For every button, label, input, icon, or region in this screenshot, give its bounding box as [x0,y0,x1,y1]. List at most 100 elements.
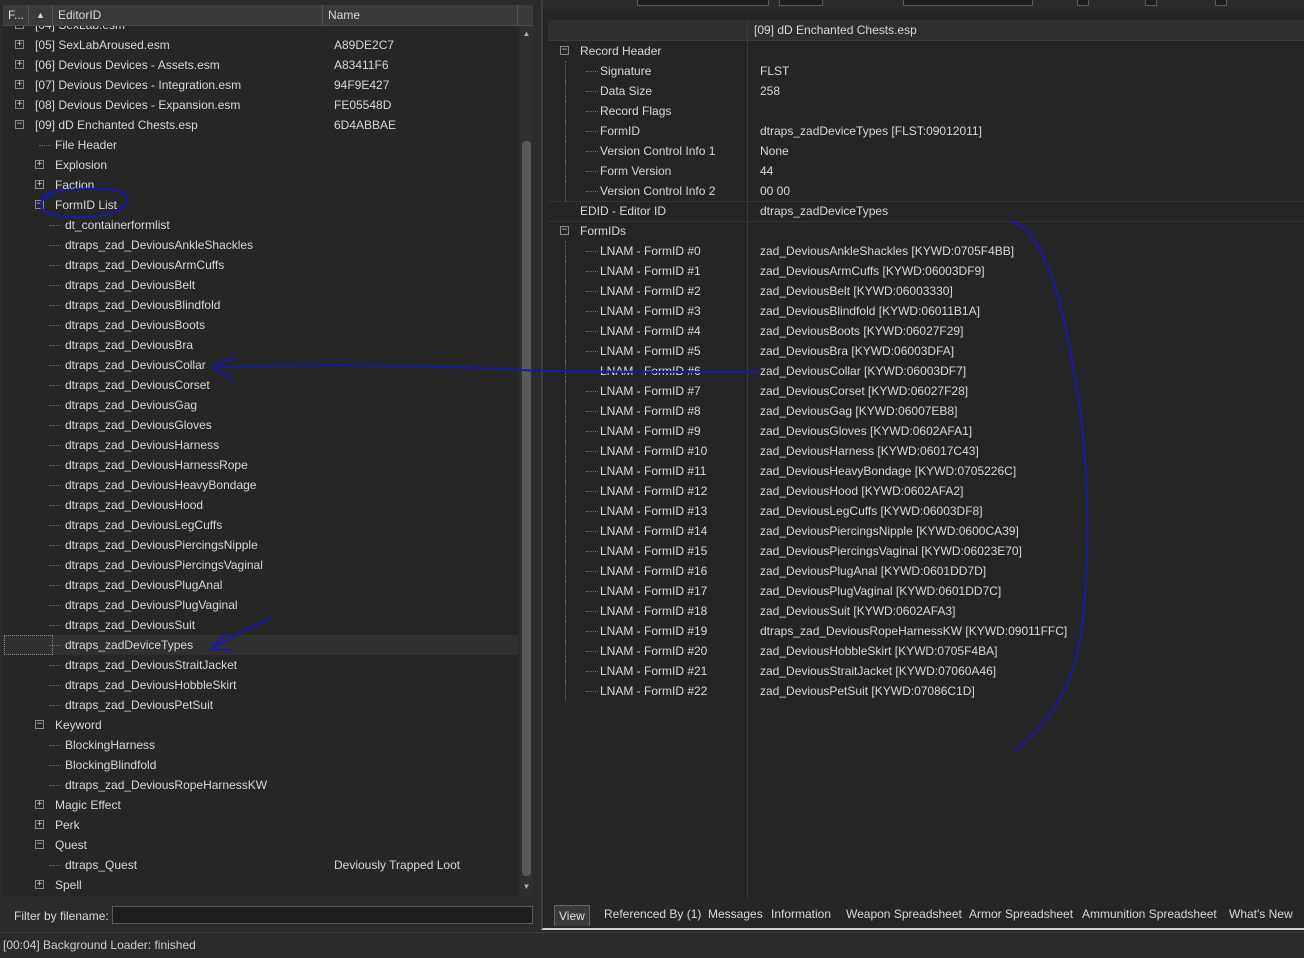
record-field-row[interactable]: LNAM - FormID #22 zad_DeviousPetSuit [KYW… [548,681,1304,701]
collapse-minus-icon[interactable]: − [35,200,44,209]
tree-row[interactable]: dtraps_zad_DeviousHarness [3,435,518,455]
record-field-row[interactable]: LNAM - FormID #16 zad_DeviousPlugAnal [KY… [548,561,1304,581]
tree-row[interactable]: dtraps_zad_DeviousStraitJacket [3,655,518,675]
sort-ascending-icon[interactable]: ▲ [29,5,53,25]
tree-row[interactable]: + Magic Effect [3,795,518,815]
tree-row[interactable]: dtraps_zad_DeviousLegCuffs [3,515,518,535]
record-file-column-header[interactable]: [09] dD Enchanted Chests.esp [754,20,917,40]
tree-row[interactable]: − [09] dD Enchanted Chests.esp 6D4ABBAE [3,115,518,135]
expand-plus-icon[interactable]: + [15,26,24,29]
record-field-row[interactable]: LNAM - FormID #12 zad_DeviousHood [KYWD:0… [548,481,1304,501]
tree-row[interactable]: BlockingBlindfold [3,755,518,775]
record-field-row[interactable]: LNAM - FormID #11 zad_DeviousHeavyBondage… [548,461,1304,481]
record-field-row[interactable]: LNAM - FormID #8 zad_DeviousGag [KYWD:060… [548,401,1304,421]
tree-row[interactable]: dtraps_zad_DeviousRopeHarnessKW [3,775,518,795]
tab-ammunition-spreadsheet[interactable]: Ammunition Spreadsheet [1078,904,1221,924]
tree-row[interactable]: − FormID List [3,195,518,215]
tab-armor-spreadsheet[interactable]: Armor Spreadsheet [965,904,1077,924]
record-field-row[interactable]: LNAM - FormID #21 zad_DeviousStraitJacket… [548,661,1304,681]
toolbar-field[interactable] [637,0,769,6]
record-field-row[interactable]: LNAM - FormID #17 zad_DeviousPlugVaginal … [548,581,1304,601]
collapse-minus-icon[interactable]: − [15,120,24,129]
tab-view[interactable]: View [554,905,590,926]
record-field-row[interactable]: LNAM - FormID #19 dtraps_zad_DeviousRopeH… [548,621,1304,641]
tree-row[interactable]: + Faction [3,175,518,195]
tree-row[interactable]: dtraps_zad_DeviousCorset [3,375,518,395]
tab-information[interactable]: Information [767,904,835,924]
column-header-file[interactable]: F... [3,5,29,25]
filter-by-filename-input[interactable] [112,906,533,924]
record-field-row[interactable]: LNAM - FormID #6 zad_DeviousCollar [KYWD:… [548,361,1304,381]
tree-row[interactable]: dtraps_zad_DeviousBoots [3,315,518,335]
record-field-row[interactable]: LNAM - FormID #20 zad_DeviousHobbleSkirt … [548,641,1304,661]
record-field-row[interactable]: LNAM - FormID #1 zad_DeviousArmCuffs [KYW… [548,261,1304,281]
tree-row[interactable]: BlockingHarness [3,735,518,755]
record-field-row[interactable]: − FormIDs [548,221,1304,241]
tab-what-s-new[interactable]: What's New [1225,904,1297,924]
record-field-row[interactable]: LNAM - FormID #15 zad_DeviousPiercingsVag… [548,541,1304,561]
expand-plus-icon[interactable]: + [35,180,44,189]
tree-row[interactable]: dtraps_zad_DeviousHood [3,495,518,515]
record-field-row[interactable]: LNAM - FormID #10 zad_DeviousHarness [KYW… [548,441,1304,461]
record-tree[interactable]: + [04] SexLab.esm + [05] SexLabAroused.esm A… [3,26,518,896]
tree-scrollbar[interactable]: ▲ ▼ [520,26,533,896]
record-field-row[interactable]: LNAM - FormID #0 zad_DeviousAnkleShackles… [548,241,1304,261]
record-field-row[interactable]: LNAM - FormID #18 zad_DeviousSuit [KYWD:0… [548,601,1304,621]
record-field-row[interactable]: Data Size 258 [548,81,1304,101]
tab-referenced-by-1[interactable]: Referenced By (1) [600,904,705,924]
tree-row[interactable]: dtraps_zad_DeviousGag [3,395,518,415]
tree-row[interactable]: + [06] Devious Devices - Assets.esm A83411… [3,55,518,75]
tree-row[interactable]: dt_containerformlist [3,215,518,235]
collapse-minus-icon[interactable]: − [560,46,569,55]
column-header-name[interactable]: Name [323,5,518,25]
record-field-row[interactable]: EDID - Editor ID dtraps_zadDeviceTypes [548,201,1304,222]
tree-row[interactable]: − Keyword [3,715,518,735]
tree-row[interactable]: dtraps_zad_DeviousHobbleSkirt [3,675,518,695]
scroll-down-icon[interactable]: ▼ [520,881,533,893]
expand-plus-icon[interactable]: + [35,820,44,829]
collapse-minus-icon[interactable]: − [35,720,44,729]
tree-row[interactable]: dtraps_zad_DeviousBra [3,335,518,355]
toolbar-field[interactable] [903,0,1033,6]
tree-row[interactable]: File Header [3,135,518,155]
column-header-editorid[interactable]: EditorID [53,5,323,25]
expand-plus-icon[interactable]: + [35,800,44,809]
tree-row[interactable]: dtraps_zad_DeviousHarnessRope [3,455,518,475]
tree-row[interactable]: dtraps_zad_DeviousBlindfold [3,295,518,315]
record-field-row[interactable]: FormID dtraps_zadDeviceTypes [FLST:090120… [548,121,1304,141]
toolbar-field[interactable] [779,0,823,6]
collapse-minus-icon[interactable]: − [560,226,569,235]
record-field-row[interactable]: Version Control Info 1 None [548,141,1304,161]
tree-row[interactable]: + Spell [3,875,518,895]
record-field-row[interactable]: Signature FLST [548,61,1304,81]
scroll-up-icon[interactable]: ▲ [520,28,533,40]
tree-row[interactable]: − Quest [3,835,518,855]
record-field-row[interactable]: LNAM - FormID #3 zad_DeviousBlindfold [KY… [548,301,1304,321]
expand-plus-icon[interactable]: + [15,80,24,89]
tree-row[interactable]: dtraps_zadDeviceTypes [3,635,518,655]
tree-row[interactable]: dtraps_Quest Deviously Trapped Loot [3,855,518,875]
record-field-row[interactable]: LNAM - FormID #14 zad_DeviousPiercingsNip… [548,521,1304,541]
tab-messages[interactable]: Messages [704,904,767,924]
toolbar-checkbox[interactable] [1077,0,1089,6]
tree-row[interactable]: dtraps_zad_DeviousArmCuffs [3,255,518,275]
expand-plus-icon[interactable]: + [35,880,44,889]
record-field-row[interactable]: − Record Header [548,41,1304,61]
record-field-row[interactable]: LNAM - FormID #4 zad_DeviousBoots [KYWD:0… [548,321,1304,341]
tree-row[interactable]: dtraps_zad_DeviousGloves [3,415,518,435]
record-grid[interactable]: [09] dD Enchanted Chests.esp − Record Hea… [548,20,1304,898]
expand-plus-icon[interactable]: + [15,100,24,109]
tree-row[interactable]: dtraps_zad_DeviousPlugVaginal [3,595,518,615]
tree-row[interactable]: + [05] SexLabAroused.esm A89DE2C7 [3,35,518,55]
collapse-minus-icon[interactable]: − [35,840,44,849]
tab-weapon-spreadsheet[interactable]: Weapon Spreadsheet [842,904,966,924]
expand-plus-icon[interactable]: + [15,40,24,49]
tree-row[interactable]: dtraps_zad_DeviousPlugAnal [3,575,518,595]
tree-row[interactable]: + [07] Devious Devices - Integration.esm 9… [3,75,518,95]
tree-row[interactable]: dtraps_zad_DeviousAnkleShackles [3,235,518,255]
tree-row[interactable]: + Perk [3,815,518,835]
tree-row[interactable]: dtraps_zad_DeviousPiercingsVaginal [3,555,518,575]
tree-row[interactable]: + [08] Devious Devices - Expansion.esm FE0… [3,95,518,115]
record-field-row[interactable]: Form Version 44 [548,161,1304,181]
tree-row[interactable]: dtraps_zad_DeviousPiercingsNipple [3,535,518,555]
